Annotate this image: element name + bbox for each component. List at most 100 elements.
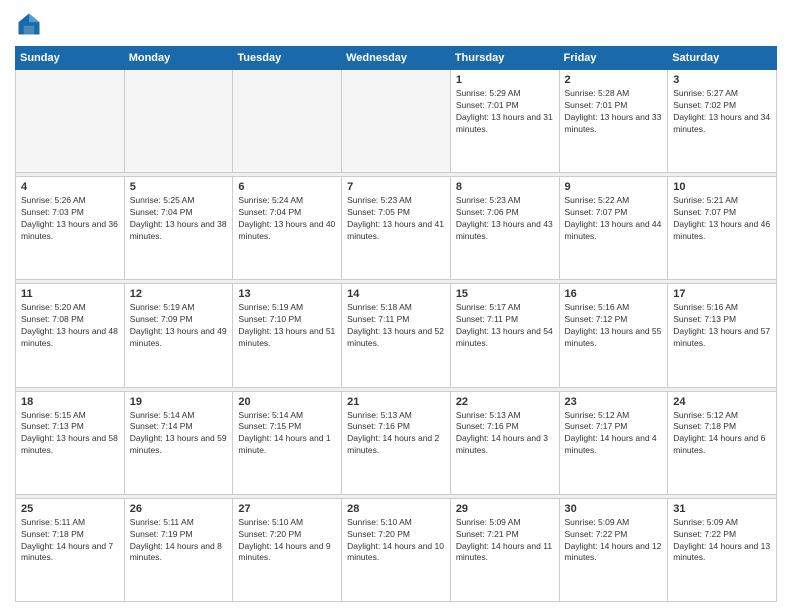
calendar-cell: 18 Sunrise: 5:15 AMSunset: 7:13 PMDayligh… <box>16 391 125 494</box>
day-info: Sunrise: 5:13 AMSunset: 7:16 PMDaylight:… <box>456 410 554 458</box>
calendar-header-row: SundayMondayTuesdayWednesdayThursdayFrid… <box>16 47 777 70</box>
day-number: 24 <box>673 396 771 408</box>
calendar-week-row: 25 Sunrise: 5:11 AMSunset: 7:18 PMDayligh… <box>16 498 777 601</box>
calendar-cell: 6Sunrise: 5:24 AMSunset: 7:04 PMDaylight… <box>233 177 342 280</box>
calendar-week-row: 4Sunrise: 5:26 AMSunset: 7:03 PMDaylight… <box>16 177 777 280</box>
calendar-cell: 9 Sunrise: 5:22 AMSunset: 7:07 PMDaylight… <box>559 177 668 280</box>
day-number: 27 <box>238 503 336 515</box>
calendar-cell: 20 Sunrise: 5:14 AMSunset: 7:15 PMDayligh… <box>233 391 342 494</box>
day-number: 10 <box>673 181 771 193</box>
calendar-cell: 24 Sunrise: 5:12 AMSunset: 7:18 PMDayligh… <box>668 391 777 494</box>
calendar-week-row: 18 Sunrise: 5:15 AMSunset: 7:13 PMDayligh… <box>16 391 777 494</box>
calendar-cell: 3 Sunrise: 5:27 AMSunset: 7:02 PMDaylight… <box>668 70 777 173</box>
day-info: Sunrise: 5:12 AMSunset: 7:17 PMDaylight:… <box>565 410 663 458</box>
day-number: 17 <box>673 288 771 300</box>
calendar-cell: 10 Sunrise: 5:21 AMSunset: 7:07 PMDayligh… <box>668 177 777 280</box>
day-number: 23 <box>565 396 663 408</box>
day-info: Sunrise: 5:21 AMSunset: 7:07 PMDaylight:… <box>673 195 771 243</box>
day-info: Sunrise: 5:09 AMSunset: 7:22 PMDaylight:… <box>565 517 663 565</box>
day-info: Sunrise: 5:25 AMSunset: 7:04 PMDaylight:… <box>130 195 228 243</box>
calendar-cell: 31 Sunrise: 5:09 AMSunset: 7:22 PMDayligh… <box>668 498 777 601</box>
calendar-cell: 14Sunrise: 5:18 AMSunset: 7:11 PMDayligh… <box>342 284 451 387</box>
day-number: 19 <box>130 396 228 408</box>
day-number: 7 <box>347 181 445 193</box>
day-number: 28 <box>347 503 445 515</box>
calendar-cell: 12 Sunrise: 5:19 AMSunset: 7:09 PMDayligh… <box>124 284 233 387</box>
day-info: Sunrise: 5:09 AMSunset: 7:21 PMDaylight:… <box>456 517 554 565</box>
day-info: Sunrise: 5:14 AMSunset: 7:15 PMDaylight:… <box>238 410 336 458</box>
calendar-cell: 1 Sunrise: 5:29 AMSunset: 7:01 PMDaylight… <box>450 70 559 173</box>
weekday-header: Thursday <box>450 47 559 70</box>
day-number: 26 <box>130 503 228 515</box>
day-number: 29 <box>456 503 554 515</box>
day-number: 2 <box>565 74 663 86</box>
day-info: Sunrise: 5:29 AMSunset: 7:01 PMDaylight:… <box>456 88 554 136</box>
day-info: Sunrise: 5:16 AMSunset: 7:13 PMDaylight:… <box>673 302 771 350</box>
day-number: 8 <box>456 181 554 193</box>
day-info: Sunrise: 5:11 AMSunset: 7:18 PMDaylight:… <box>21 517 119 565</box>
calendar-page: SundayMondayTuesdayWednesdayThursdayFrid… <box>0 0 792 612</box>
header <box>15 10 777 38</box>
day-info: Sunrise: 5:12 AMSunset: 7:18 PMDaylight:… <box>673 410 771 458</box>
day-number: 18 <box>21 396 119 408</box>
calendar-cell: 29 Sunrise: 5:09 AMSunset: 7:21 PMDayligh… <box>450 498 559 601</box>
calendar-cell: 27 Sunrise: 5:10 AMSunset: 7:20 PMDayligh… <box>233 498 342 601</box>
day-number: 30 <box>565 503 663 515</box>
day-number: 31 <box>673 503 771 515</box>
day-number: 1 <box>456 74 554 86</box>
day-info: Sunrise: 5:15 AMSunset: 7:13 PMDaylight:… <box>21 410 119 458</box>
calendar-cell: 2 Sunrise: 5:28 AMSunset: 7:01 PMDaylight… <box>559 70 668 173</box>
calendar-cell: 19Sunrise: 5:14 AMSunset: 7:14 PMDayligh… <box>124 391 233 494</box>
day-info: Sunrise: 5:19 AMSunset: 7:09 PMDaylight:… <box>130 302 228 350</box>
day-info: Sunrise: 5:20 AMSunset: 7:08 PMDaylight:… <box>21 302 119 350</box>
day-info: Sunrise: 5:22 AMSunset: 7:07 PMDaylight:… <box>565 195 663 243</box>
weekday-header: Wednesday <box>342 47 451 70</box>
calendar-cell: 11 Sunrise: 5:20 AMSunset: 7:08 PMDayligh… <box>16 284 125 387</box>
calendar-cell: 16 Sunrise: 5:16 AMSunset: 7:12 PMDayligh… <box>559 284 668 387</box>
calendar-cell: 30 Sunrise: 5:09 AMSunset: 7:22 PMDayligh… <box>559 498 668 601</box>
calendar-cell: 5 Sunrise: 5:25 AMSunset: 7:04 PMDaylight… <box>124 177 233 280</box>
calendar-cell: 22Sunrise: 5:13 AMSunset: 7:16 PMDayligh… <box>450 391 559 494</box>
calendar-cell: 21Sunrise: 5:13 AMSunset: 7:16 PMDayligh… <box>342 391 451 494</box>
day-info: Sunrise: 5:11 AMSunset: 7:19 PMDaylight:… <box>130 517 228 565</box>
calendar-cell <box>342 70 451 173</box>
day-number: 13 <box>238 288 336 300</box>
day-number: 4 <box>21 181 119 193</box>
day-number: 9 <box>565 181 663 193</box>
calendar-cell: 8 Sunrise: 5:23 AMSunset: 7:06 PMDaylight… <box>450 177 559 280</box>
calendar-table: SundayMondayTuesdayWednesdayThursdayFrid… <box>15 46 777 602</box>
weekday-header: Sunday <box>16 47 125 70</box>
day-info: Sunrise: 5:28 AMSunset: 7:01 PMDaylight:… <box>565 88 663 136</box>
day-info: Sunrise: 5:23 AMSunset: 7:06 PMDaylight:… <box>456 195 554 243</box>
day-number: 14 <box>347 288 445 300</box>
calendar-cell: 25 Sunrise: 5:11 AMSunset: 7:18 PMDayligh… <box>16 498 125 601</box>
calendar-cell: 7 Sunrise: 5:23 AMSunset: 7:05 PMDaylight… <box>342 177 451 280</box>
calendar-cell <box>124 70 233 173</box>
day-number: 16 <box>565 288 663 300</box>
day-number: 3 <box>673 74 771 86</box>
weekday-header: Friday <box>559 47 668 70</box>
calendar-cell <box>16 70 125 173</box>
day-number: 11 <box>21 288 119 300</box>
day-number: 25 <box>21 503 119 515</box>
day-info: Sunrise: 5:13 AMSunset: 7:16 PMDaylight:… <box>347 410 445 458</box>
day-info: Sunrise: 5:24 AMSunset: 7:04 PMDaylight:… <box>238 195 336 243</box>
weekday-header: Monday <box>124 47 233 70</box>
calendar-cell <box>233 70 342 173</box>
calendar-body: 1 Sunrise: 5:29 AMSunset: 7:01 PMDaylight… <box>16 70 777 602</box>
calendar-cell: 17 Sunrise: 5:16 AMSunset: 7:13 PMDayligh… <box>668 284 777 387</box>
day-number: 20 <box>238 396 336 408</box>
day-info: Sunrise: 5:23 AMSunset: 7:05 PMDaylight:… <box>347 195 445 243</box>
day-info: Sunrise: 5:19 AMSunset: 7:10 PMDaylight:… <box>238 302 336 350</box>
day-info: Sunrise: 5:16 AMSunset: 7:12 PMDaylight:… <box>565 302 663 350</box>
day-number: 12 <box>130 288 228 300</box>
calendar-cell: 28 Sunrise: 5:10 AMSunset: 7:20 PMDayligh… <box>342 498 451 601</box>
day-info: Sunrise: 5:10 AMSunset: 7:20 PMDaylight:… <box>238 517 336 565</box>
day-info: Sunrise: 5:27 AMSunset: 7:02 PMDaylight:… <box>673 88 771 136</box>
calendar-week-row: 11 Sunrise: 5:20 AMSunset: 7:08 PMDayligh… <box>16 284 777 387</box>
day-number: 15 <box>456 288 554 300</box>
day-info: Sunrise: 5:09 AMSunset: 7:22 PMDaylight:… <box>673 517 771 565</box>
day-info: Sunrise: 5:10 AMSunset: 7:20 PMDaylight:… <box>347 517 445 565</box>
logo <box>15 10 47 38</box>
day-number: 5 <box>130 181 228 193</box>
